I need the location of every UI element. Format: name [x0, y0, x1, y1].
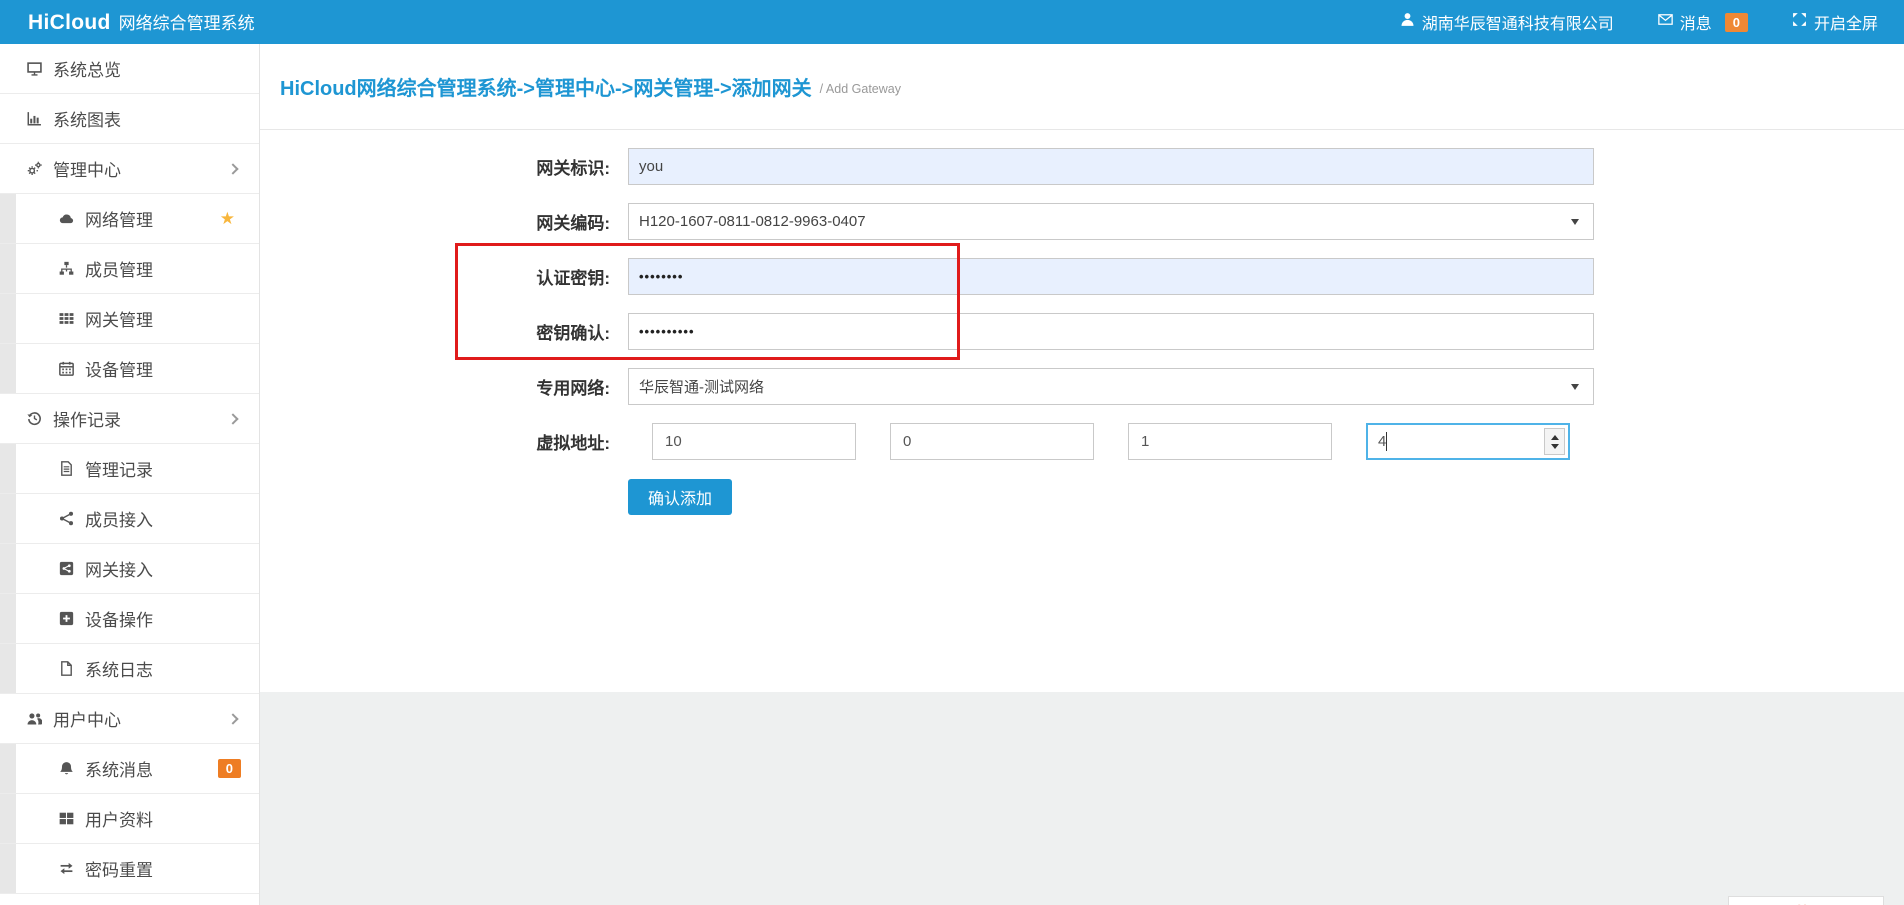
sidebar-item-user-center[interactable]: 用户中心: [0, 694, 259, 744]
chevron-right-icon: [227, 713, 238, 724]
company-name: 湖南华辰智通科技有限公司: [1422, 10, 1614, 34]
gateway-id-input[interactable]: [628, 148, 1594, 185]
auth-key-label: 认证密钥:: [260, 264, 610, 289]
brand-subtitle: 网络综合管理系统: [119, 9, 255, 34]
bottom-right-widget: [1728, 896, 1884, 905]
widget-logo: [1729, 897, 1883, 905]
unread-count-badge: 0: [218, 759, 241, 778]
sidebar-item-system-charts[interactable]: 系统图表: [0, 94, 259, 144]
private-network-row: 专用网络: 华辰智通-测试网络: [260, 368, 1904, 405]
users-icon: [24, 711, 44, 726]
submit-row: 确认添加: [260, 478, 1904, 515]
sidebar: 系统总览 系统图表 管理中心 网络管理 ★ 成员管理 网关管理 设备管理 操作记…: [0, 44, 260, 905]
topbar-right-group: 湖南华辰智通科技有限公司 消息 0 开启全屏: [1400, 10, 1878, 34]
messages-label: 消息: [1680, 10, 1712, 34]
sidebar-item-system-log[interactable]: 系统日志: [0, 644, 259, 694]
brand-name: HiCloud: [28, 11, 111, 35]
th-large-icon: [56, 811, 76, 826]
chevron-right-icon: [227, 163, 238, 174]
app-logo: HiCloud 网络综合管理系统: [28, 9, 255, 35]
sidebar-item-member-mgmt[interactable]: 成员管理: [0, 244, 259, 294]
share-icon: [56, 511, 76, 526]
file-icon: [56, 661, 76, 676]
stepper-up-icon[interactable]: [1551, 435, 1559, 440]
virtual-address-octet-3[interactable]: [1128, 423, 1332, 460]
sidebar-item-password-reset[interactable]: 密码重置: [0, 844, 259, 894]
bar-chart-icon: [24, 111, 44, 126]
main-content: HiCloud网络综合管理系统->管理中心->网关管理->添加网关 / Add …: [260, 44, 1904, 905]
gears-icon: [24, 161, 44, 176]
envelope-icon: [1658, 12, 1673, 32]
company-account-menu[interactable]: 湖南华辰智通科技有限公司: [1400, 10, 1614, 34]
sidebar-item-gateway-access[interactable]: 网关接入: [0, 544, 259, 594]
breadcrumb: HiCloud网络综合管理系统->管理中心->网关管理->添加网关: [280, 72, 812, 101]
calendar-icon: [56, 361, 76, 376]
repeat-icon: [56, 861, 76, 876]
monitor-icon: [24, 61, 44, 76]
dropdown-caret-icon: [1571, 384, 1579, 390]
private-network-label: 专用网络:: [260, 374, 610, 399]
sidebar-item-device-mgmt[interactable]: 设备管理: [0, 344, 259, 394]
private-network-select[interactable]: 华辰智通-测试网络: [628, 368, 1594, 405]
virtual-address-label: 虚拟地址:: [260, 429, 610, 454]
auth-key-row: 认证密钥:: [260, 258, 1904, 295]
dropdown-caret-icon: [1571, 219, 1579, 225]
sidebar-item-network-mgmt[interactable]: 网络管理 ★: [0, 194, 259, 244]
number-stepper[interactable]: [1544, 428, 1565, 455]
sidebar-item-admin-records[interactable]: 管理记录: [0, 444, 259, 494]
stepper-down-icon[interactable]: [1551, 444, 1559, 449]
sidebar-item-operation-log[interactable]: 操作记录: [0, 394, 259, 444]
key-confirm-input[interactable]: [628, 313, 1594, 350]
key-confirm-row: 密钥确认:: [260, 313, 1904, 350]
sidebar-item-user-profile[interactable]: 用户资料: [0, 794, 259, 844]
key-confirm-label: 密钥确认:: [260, 319, 610, 344]
topbar: HiCloud 网络综合管理系统 湖南华辰智通科技有限公司 消息 0 开启全屏: [0, 0, 1904, 44]
virtual-address-octet-4-wrap: [1366, 423, 1570, 460]
virtual-address-row: 虚拟地址:: [260, 423, 1904, 460]
messages-menu[interactable]: 消息 0: [1658, 10, 1748, 34]
sidebar-item-gateway-mgmt[interactable]: 网关管理: [0, 294, 259, 344]
sidebar-item-member-access[interactable]: 成员接入: [0, 494, 259, 544]
gateway-id-label: 网关标识:: [260, 154, 610, 179]
gateway-code-value: H120-1607-0811-0812-9963-0407: [639, 213, 866, 230]
breadcrumb-subtitle: / Add Gateway: [820, 82, 901, 96]
virtual-address-octet-4[interactable]: [1366, 423, 1570, 460]
add-gateway-form: 网关标识: 网关编码: H120-1607-0811-0812-9963-040…: [260, 130, 1904, 692]
star-icon: ★: [220, 209, 235, 229]
auth-key-input[interactable]: [628, 258, 1594, 295]
private-network-value: 华辰智通-测试网络: [639, 376, 764, 397]
messages-count-badge: 0: [1725, 13, 1748, 32]
bell-icon: [56, 761, 76, 776]
sidebar-item-system-messages[interactable]: 系统消息 0: [0, 744, 259, 794]
sitemap-icon: [56, 261, 76, 276]
virtual-address-octet-2[interactable]: [890, 423, 1094, 460]
gateway-id-row: 网关标识:: [260, 148, 1904, 185]
grid-icon: [56, 311, 76, 326]
share-square-icon: [56, 561, 76, 576]
page-header: HiCloud网络综合管理系统->管理中心->网关管理->添加网关 / Add …: [260, 44, 1904, 130]
cloud-icon: [56, 211, 76, 226]
chevron-right-icon: [227, 413, 238, 424]
file-text-icon: [56, 461, 76, 476]
virtual-address-octet-1[interactable]: [652, 423, 856, 460]
fullscreen-icon: [1792, 12, 1807, 32]
fullscreen-label: 开启全屏: [1814, 10, 1878, 34]
sidebar-item-system-overview[interactable]: 系统总览: [0, 44, 259, 94]
plus-square-icon: [56, 611, 76, 626]
sidebar-item-admin-center[interactable]: 管理中心: [0, 144, 259, 194]
gateway-code-select[interactable]: H120-1607-0811-0812-9963-0407: [628, 203, 1594, 240]
fullscreen-toggle[interactable]: 开启全屏: [1792, 10, 1878, 34]
gateway-code-label: 网关编码:: [260, 209, 610, 234]
user-icon: [1400, 12, 1415, 32]
gateway-code-row: 网关编码: H120-1607-0811-0812-9963-0407: [260, 203, 1904, 240]
sidebar-item-device-operation[interactable]: 设备操作: [0, 594, 259, 644]
confirm-add-button[interactable]: 确认添加: [628, 479, 732, 515]
history-icon: [24, 411, 44, 426]
text-cursor: [1386, 432, 1387, 451]
